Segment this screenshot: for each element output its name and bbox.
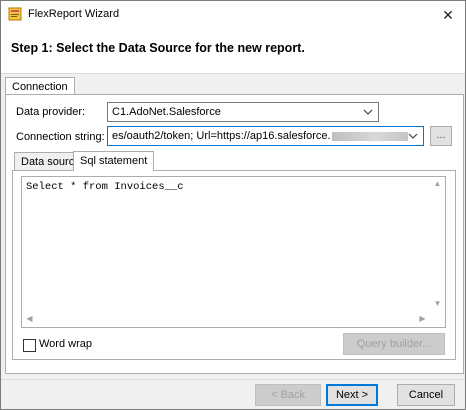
tab-connection-label: Connection [12,81,68,93]
wizard-window: FlexReport Wizard ✕ Step 1: Select the D… [0,0,466,410]
query-builder-button[interactable]: Query builder... [343,333,445,355]
chevron-down-icon[interactable] [406,129,420,143]
title-bar: FlexReport Wizard ✕ [1,1,465,29]
word-wrap-checkbox[interactable] [23,339,36,352]
connection-string-text: es/oauth2/token; Url=https://ap16.salesf… [112,130,408,142]
footer-divider [1,379,465,380]
word-wrap-label: Word wrap [39,338,92,350]
cancel-button[interactable]: Cancel [397,384,455,406]
redacted-text [331,131,408,141]
tab-connection[interactable]: Connection [5,77,75,95]
sql-text: Select * from Invoices__c [26,181,184,193]
step-title: Step 1: Select the Data Source for the n… [11,41,305,55]
scroll-right-arrow-icon[interactable]: ▶ [415,314,430,323]
tab-sql-statement-label: Sql statement [80,155,148,167]
tab-data-source-label: Data source [21,156,81,168]
sql-editor[interactable]: Select * from Invoices__c ▲ ▼ ◀ ▶ [21,176,446,328]
chevron-down-icon[interactable] [361,105,375,119]
connection-string-value: es/oauth2/token; Url=https://ap16.salesf… [112,130,331,142]
data-provider-value: C1.AdoNet.Salesforce [112,106,221,118]
browse-button[interactable]: ... [430,126,452,146]
tab-sql-statement[interactable]: Sql statement [73,151,155,171]
wizard-header: Step 1: Select the Data Source for the n… [1,29,465,74]
report-icon [8,7,22,21]
vertical-scrollbar[interactable]: ▲ ▼ [430,177,445,311]
window-title: FlexReport Wizard [28,8,120,20]
next-button[interactable]: Next > [326,384,378,406]
scroll-up-arrow-icon[interactable]: ▲ [430,179,445,188]
scroll-left-arrow-icon[interactable]: ◀ [22,314,37,323]
close-icon: ✕ [442,6,454,23]
horizontal-scrollbar[interactable]: ◀ ▶ [22,312,430,327]
close-button[interactable]: ✕ [431,1,465,29]
connection-string-combo[interactable]: es/oauth2/token; Url=https://ap16.salesf… [107,126,424,146]
data-provider-combo[interactable]: C1.AdoNet.Salesforce [107,102,379,122]
scroll-down-arrow-icon[interactable]: ▼ [430,299,445,308]
data-provider-label: Data provider: [16,106,86,118]
connection-string-label: Connection string: [16,131,105,143]
back-button[interactable]: < Back [255,384,321,406]
